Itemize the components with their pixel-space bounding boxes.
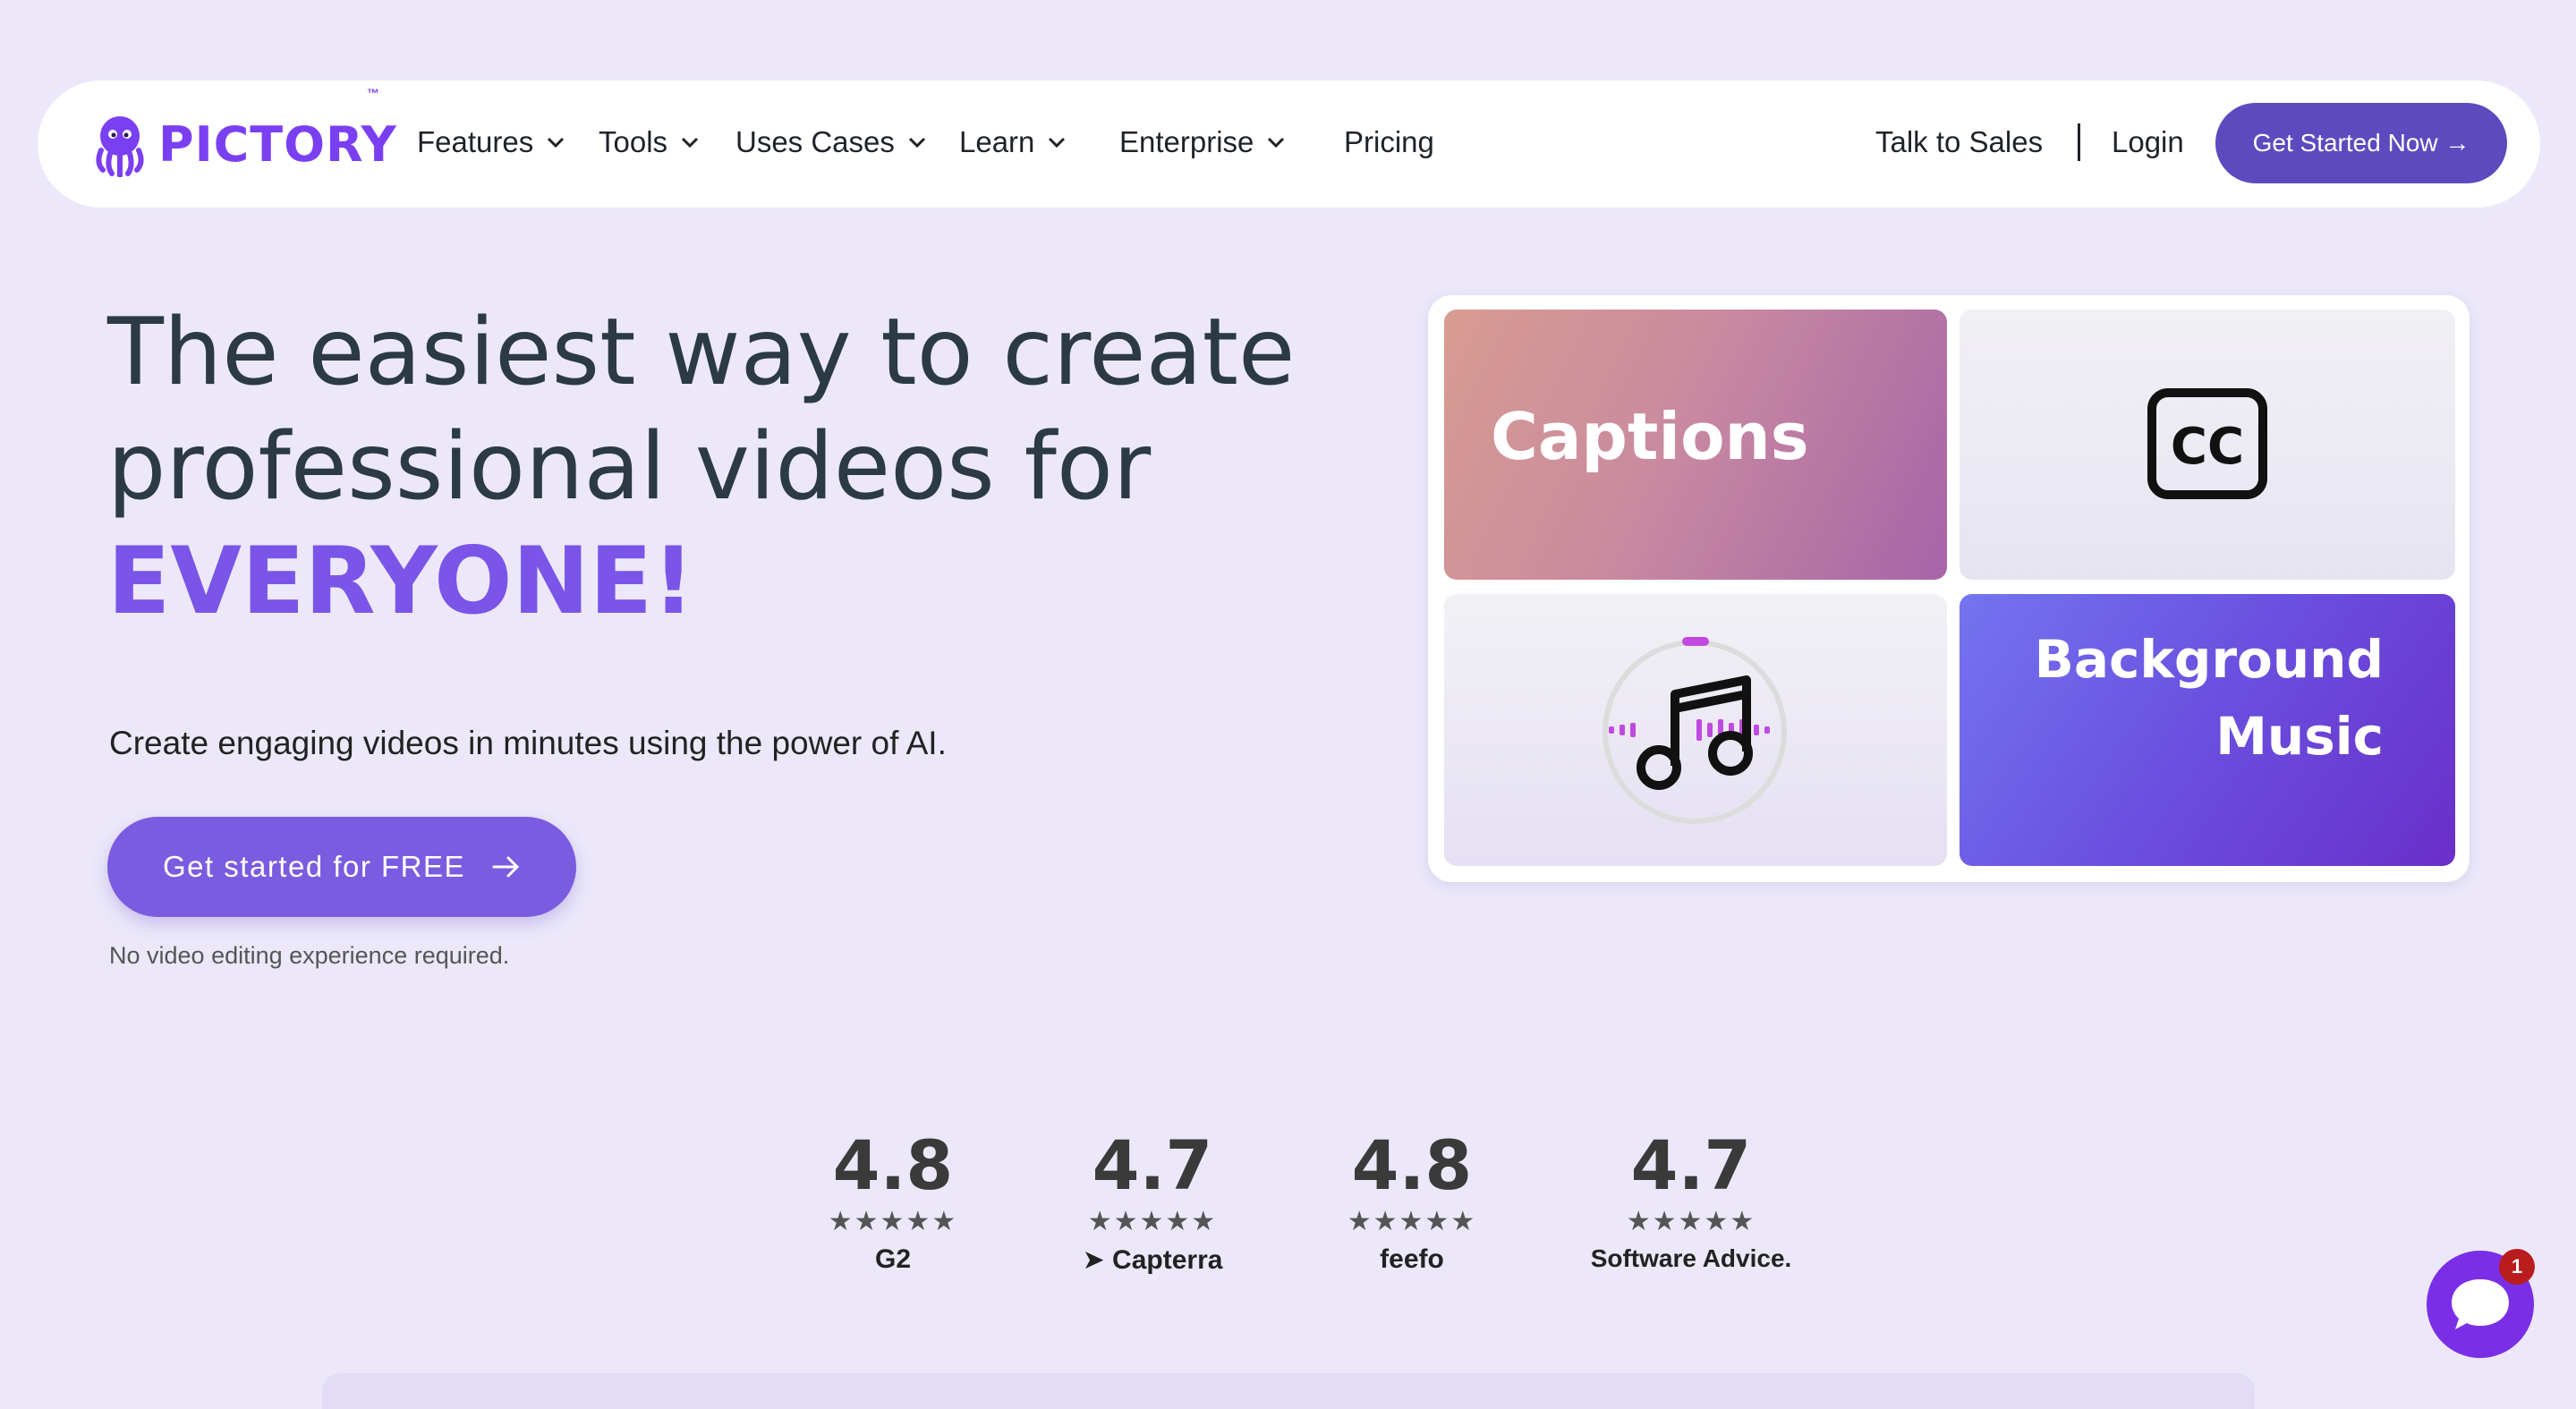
cc-tile: CC (1960, 310, 2455, 580)
headline-line-2: professional videos for (107, 413, 1152, 521)
nav-item-learn[interactable]: Learn (959, 125, 1067, 159)
get-started-now-button[interactable]: Get Started Now → (2215, 103, 2507, 183)
chevron-down-icon (1049, 137, 1066, 149)
octopus-logo-icon (96, 116, 144, 177)
logo-link[interactable]: PICTORY (87, 106, 397, 182)
feefo-logo: feefo (1380, 1244, 1444, 1274)
arrow-right-icon (492, 856, 520, 878)
headline-line-1: The easiest way to create (107, 299, 1296, 406)
rating-score: 4.7 (1630, 1125, 1752, 1205)
hero-note: No video editing experience required. (109, 942, 510, 969)
chevron-down-icon (1268, 137, 1285, 149)
captions-tile: Captions (1444, 310, 1947, 580)
login-link[interactable]: Login (2112, 125, 2184, 159)
star-rating-icon: ★★★★★ (1626, 1207, 1756, 1236)
nav-item-label: Pricing (1344, 125, 1434, 158)
hero-subtitle: Create engaging videos in minutes using … (109, 725, 947, 761)
g2-logo: G2 (874, 1244, 912, 1274)
capterra-logo: ➤ Capterra (1072, 1244, 1233, 1276)
music-label-line-2: Music (2215, 706, 2384, 767)
capterra-arrow-icon: ➤ (1082, 1245, 1105, 1275)
feature-grid-card: Captions CC Background Music (1428, 295, 2470, 882)
music-note-icon (1603, 637, 1787, 824)
top-navigation: PICTORY ™ Features Tools Uses Cases Lear… (38, 81, 2540, 208)
star-rating-icon: ★★★★★ (828, 1207, 958, 1236)
nav-item-pricing[interactable]: Pricing (1344, 125, 1434, 159)
rating-feefo: 4.8 ★★★★★ feefo (1331, 1125, 1492, 1275)
nav-item-features[interactable]: Features (417, 125, 565, 159)
nav-item-enterprise[interactable]: Enterprise (1119, 125, 1286, 159)
logo-text: PICTORY (158, 115, 397, 173)
background-music-label: Background Music (2035, 621, 2384, 775)
rating-g2: 4.8 ★★★★★ G2 (812, 1125, 973, 1275)
nav-item-label: Enterprise (1119, 125, 1254, 158)
closed-captions-icon: CC (2147, 388, 2267, 499)
nav-item-label: Tools (599, 125, 668, 158)
headline-highlight: EVERYONE! (107, 528, 695, 635)
rating-software-advice: 4.7 ★★★★★ Software Advice. (1575, 1125, 1807, 1273)
cc-text: CC (2171, 418, 2244, 476)
get-started-free-button[interactable]: Get started for FREE (107, 817, 576, 917)
rating-score: 4.8 (832, 1125, 954, 1205)
rating-capterra: 4.7 ★★★★★ ➤ Capterra (1072, 1125, 1233, 1276)
nav-item-tools[interactable]: Tools (599, 125, 700, 159)
chevron-down-icon (548, 137, 565, 149)
trademark-symbol: ™ (367, 86, 379, 100)
music-icon-tile (1444, 594, 1947, 866)
star-rating-icon: ★★★★★ (1087, 1207, 1218, 1236)
rating-score: 4.8 (1351, 1125, 1473, 1205)
nav-item-label: Learn (959, 125, 1035, 158)
cta-label: Get started for FREE (162, 850, 466, 883)
nav-item-label: Uses Cases (735, 125, 895, 158)
background-music-tile: Background Music (1960, 594, 2455, 866)
chevron-down-icon (908, 137, 925, 149)
rating-score: 4.7 (1092, 1125, 1213, 1205)
chat-notification-badge: 1 (2499, 1249, 2535, 1285)
nav-item-label: Features (417, 125, 534, 158)
talk-to-sales-link[interactable]: Talk to Sales (1875, 125, 2043, 159)
star-rating-icon: ★★★★★ (1347, 1207, 1477, 1236)
next-section-edge (322, 1373, 2255, 1409)
nav-divider (2078, 123, 2080, 161)
brand-name: Capterra (1112, 1245, 1223, 1275)
nav-item-use-cases[interactable]: Uses Cases (735, 125, 927, 159)
hero-headline: The easiest way to create professional v… (107, 295, 1342, 639)
music-label-line-1: Background (2034, 629, 2384, 690)
software-advice-logo: Software Advice. (1590, 1244, 1792, 1272)
captions-label: Captions (1491, 399, 1809, 474)
chevron-down-icon (681, 137, 699, 149)
